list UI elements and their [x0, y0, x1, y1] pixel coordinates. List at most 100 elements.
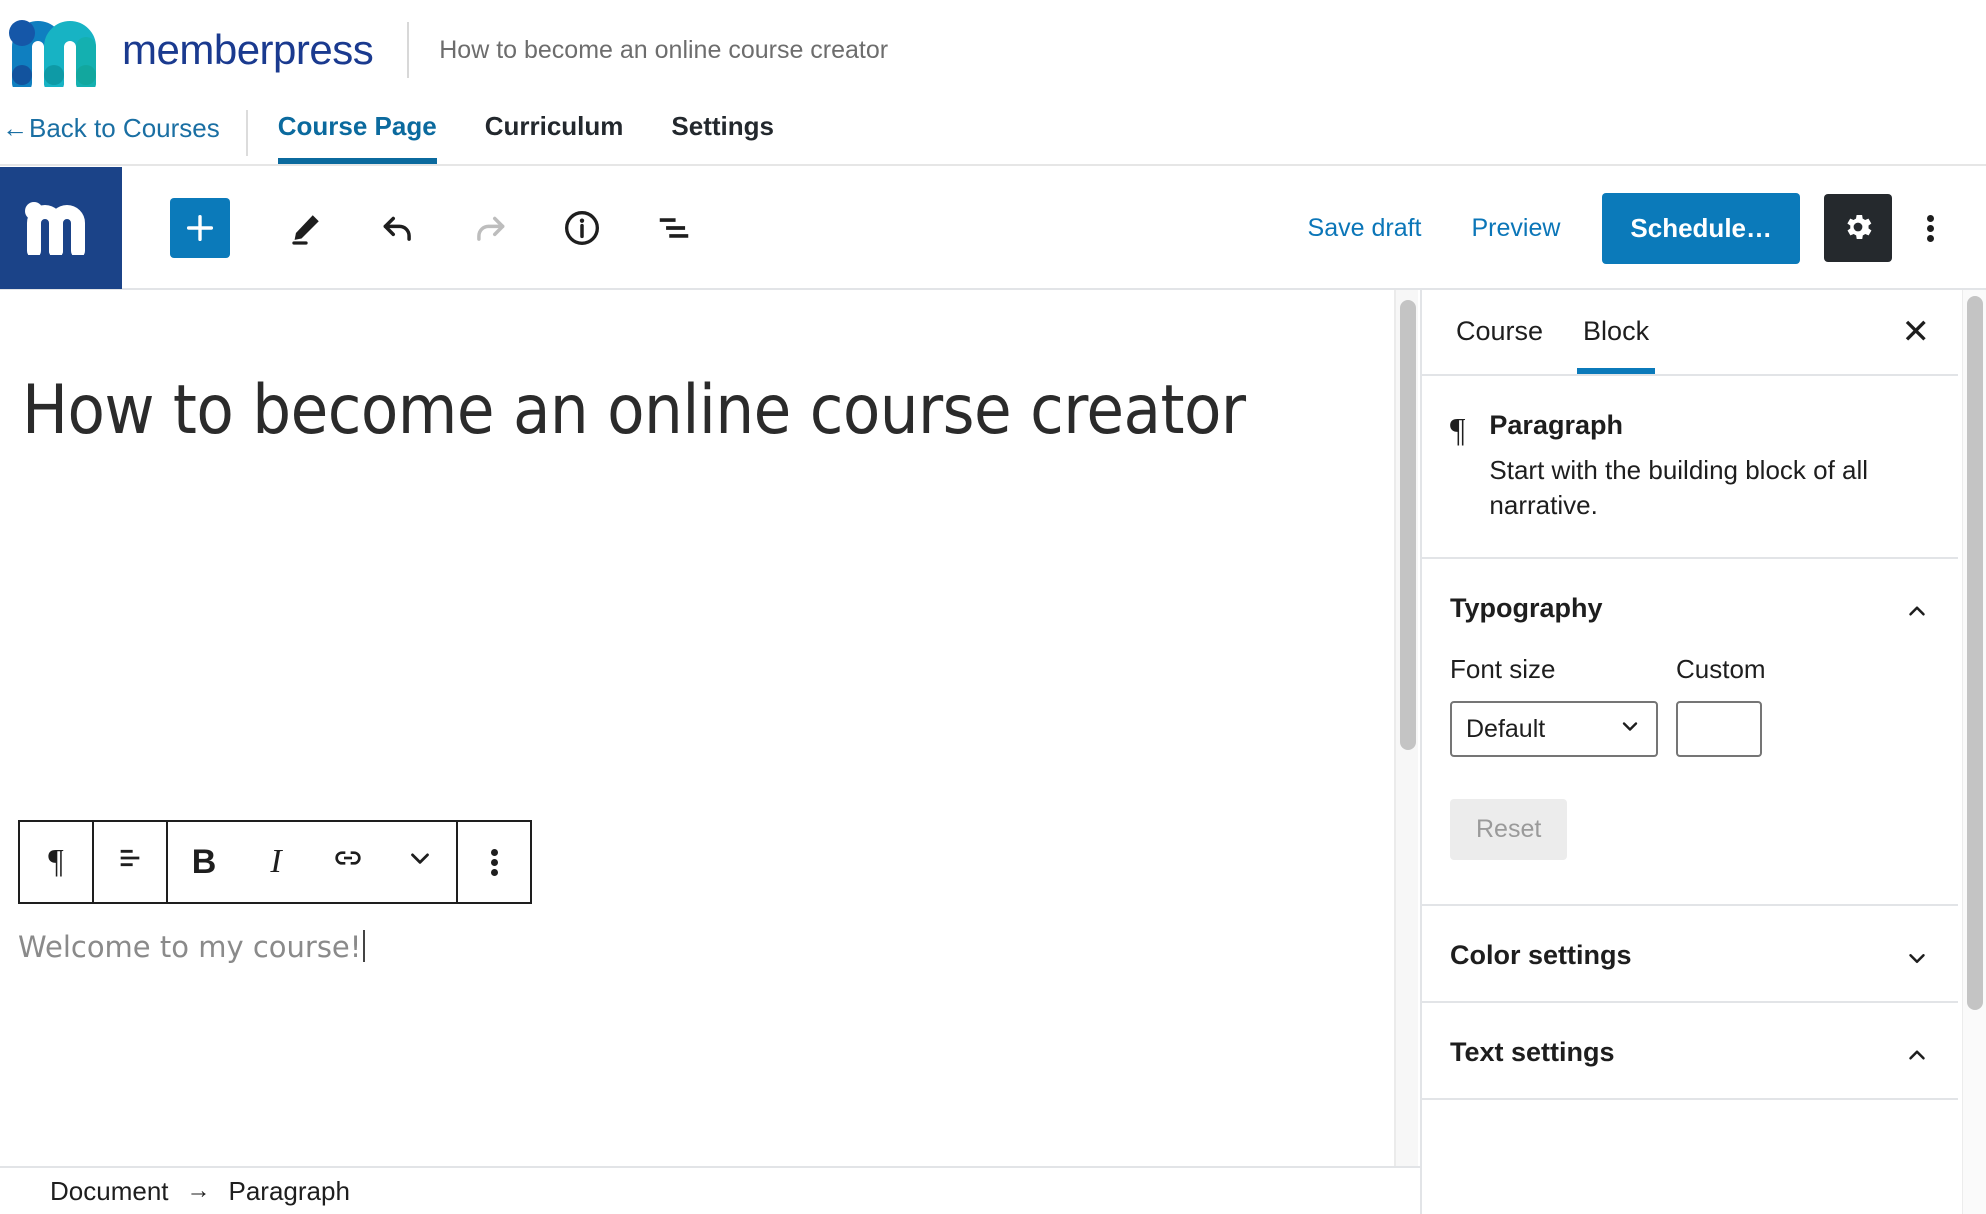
paragraph-pilcrow-icon: ¶	[48, 843, 63, 881]
editor-scrollbar[interactable]	[1394, 290, 1418, 1166]
toolbar-right-tools: Save draft Preview Schedule…	[1292, 193, 1986, 264]
panel-color-settings-header[interactable]: Color settings	[1422, 906, 1958, 1001]
block-more-options-button[interactable]	[458, 822, 530, 902]
site-logo-button[interactable]	[0, 167, 122, 289]
back-to-courses-label: Back to Courses	[29, 113, 220, 144]
memberpress-brand-bar: memberpress How to become an online cour…	[0, 0, 1986, 100]
tab-curriculum[interactable]: Curriculum	[485, 111, 624, 164]
more-rich-text-button[interactable]	[384, 822, 456, 902]
post-title[interactable]: How to become an online course creator	[22, 374, 1342, 449]
kebab-menu-icon	[1927, 212, 1934, 245]
toolbar-left-tools	[170, 198, 736, 258]
tab-settings[interactable]: Settings	[671, 111, 774, 164]
edit-mode-button[interactable]	[276, 198, 336, 258]
font-size-select[interactable]: Default	[1450, 701, 1658, 757]
block-info-card: ¶ Paragraph Start with the building bloc…	[1422, 376, 1958, 559]
custom-font-size-field: Custom	[1676, 654, 1766, 757]
gear-icon	[1841, 210, 1875, 247]
course-name-label: How to become an online course creator	[439, 36, 888, 65]
settings-sidebar: Course Block ✕ ¶ Paragraph Start with th…	[1420, 290, 1958, 1214]
sidebar-tab-course[interactable]: Course	[1450, 290, 1549, 374]
panel-typography: Typography Font size Default Custom	[1422, 559, 1958, 906]
italic-button[interactable]: I	[240, 822, 312, 902]
paragraph-pilcrow-icon: ¶	[1450, 410, 1465, 523]
custom-label: Custom	[1676, 654, 1766, 685]
memberpress-m-mark-icon	[22, 197, 100, 260]
undo-icon	[379, 209, 417, 247]
panel-text-settings: Text settings	[1422, 1003, 1958, 1100]
memberpress-m-logo-icon	[4, 13, 116, 87]
undo-button[interactable]	[368, 198, 428, 258]
link-icon	[332, 842, 364, 883]
settings-sidebar-toggle-button[interactable]	[1824, 194, 1892, 262]
link-button[interactable]	[312, 822, 384, 902]
align-text-button[interactable]	[94, 822, 166, 902]
sidebar-scrollbar[interactable]	[1962, 290, 1986, 1214]
tab-course-page[interactable]: Course Page	[278, 111, 437, 164]
breadcrumb-paragraph[interactable]: Paragraph	[229, 1176, 350, 1207]
sidebar-tabs: Course Block ✕	[1422, 290, 1958, 376]
chevron-up-icon	[1904, 598, 1926, 620]
list-view-button[interactable]	[644, 198, 704, 258]
close-sidebar-button[interactable]: ✕	[1902, 315, 1931, 349]
bold-button[interactable]: B	[168, 822, 240, 902]
editor-scrollbar-thumb[interactable]	[1400, 300, 1416, 750]
back-to-courses-link[interactable]: ←Back to Courses	[0, 113, 246, 164]
left-arrow-icon: ←	[2, 113, 28, 144]
align-group	[94, 822, 166, 902]
sidebar-scrollbar-thumb[interactable]	[1967, 296, 1983, 1010]
chevron-up-icon	[1904, 1042, 1926, 1064]
panel-text-settings-header[interactable]: Text settings	[1422, 1003, 1958, 1098]
text-caret	[363, 930, 365, 962]
panel-typography-header[interactable]: Typography	[1422, 559, 1958, 654]
font-size-label: Font size	[1450, 654, 1658, 685]
block-description: Start with the building block of all nar…	[1489, 453, 1889, 523]
plus-icon	[183, 211, 217, 245]
block-title: Paragraph	[1489, 410, 1889, 441]
block-type-button[interactable]: ¶	[20, 822, 92, 902]
redo-icon	[471, 209, 509, 247]
memberpress-logo[interactable]: memberpress	[0, 13, 373, 87]
nav-divider	[246, 110, 248, 156]
font-size-field: Font size Default	[1450, 654, 1658, 757]
paragraph-block[interactable]: Welcome to my course!	[18, 930, 365, 964]
close-icon: ✕	[1902, 313, 1931, 351]
block-info-text: Paragraph Start with the building block …	[1489, 410, 1889, 523]
custom-font-size-input[interactable]	[1676, 701, 1762, 757]
pencil-icon	[288, 210, 324, 246]
kebab-menu-icon	[491, 846, 498, 879]
block-toolbar: ¶ B I	[18, 820, 532, 904]
font-size-value: Default	[1466, 715, 1545, 744]
block-type-group: ¶	[20, 822, 92, 902]
reset-button[interactable]: Reset	[1450, 799, 1567, 860]
save-draft-button[interactable]: Save draft	[1292, 204, 1438, 253]
breadcrumb-document[interactable]: Document	[50, 1176, 169, 1207]
align-text-icon	[114, 842, 146, 883]
preview-button[interactable]: Preview	[1455, 204, 1576, 253]
list-view-icon	[655, 209, 693, 247]
panel-typography-body: Font size Default Custom Reset	[1422, 654, 1958, 904]
memberpress-wordmark: memberpress	[122, 26, 373, 74]
info-circle-icon	[562, 208, 602, 248]
panel-color-settings-title: Color settings	[1450, 940, 1632, 971]
panel-color-settings: Color settings	[1422, 906, 1958, 1003]
editor-canvas: How to become an online course creator ¶…	[0, 290, 1390, 1166]
right-arrow-icon: →	[187, 1177, 211, 1205]
paragraph-text: Welcome to my course!	[18, 930, 361, 964]
more-options-button[interactable]	[1902, 194, 1958, 262]
sidebar-tab-block[interactable]: Block	[1577, 290, 1655, 374]
chevron-down-icon	[1904, 945, 1926, 967]
redo-button[interactable]	[460, 198, 520, 258]
content-info-button[interactable]	[552, 198, 612, 258]
format-group: B I	[168, 822, 456, 902]
nav-tabs: Course Page Curriculum Settings	[278, 111, 822, 164]
chevron-down-icon	[405, 843, 435, 882]
font-size-row: Font size Default Custom	[1450, 654, 1930, 757]
brand-divider	[407, 22, 409, 78]
editor-top-toolbar: Save draft Preview Schedule…	[0, 168, 1986, 290]
add-block-button[interactable]	[170, 198, 230, 258]
chevron-down-icon	[1618, 714, 1642, 745]
breadcrumb: Document → Paragraph	[0, 1166, 1420, 1214]
course-nav-bar: ←Back to Courses Course Page Curriculum …	[0, 100, 1986, 166]
schedule-button[interactable]: Schedule…	[1602, 193, 1800, 264]
